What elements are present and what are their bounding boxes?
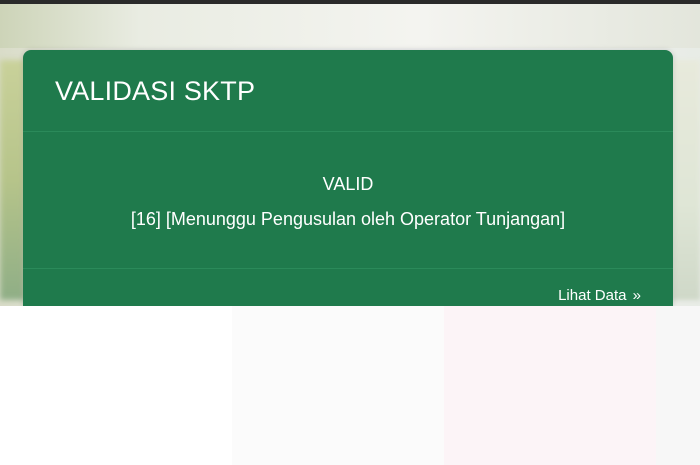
card-footer: Lihat Data » — [23, 269, 673, 306]
lihat-data-link[interactable]: Lihat Data » — [558, 287, 641, 304]
lower-panel-right — [656, 306, 700, 465]
validation-detail: [16] [Menunggu Pengusulan oleh Operator … — [130, 209, 566, 229]
double-chevron-right-icon: » — [632, 287, 641, 304]
background-right-edge — [672, 60, 700, 300]
screen: VALIDASI SKTP VALID [16] [Menunggu Pengu… — [0, 0, 700, 465]
card-title: VALIDASI SKTP — [55, 76, 256, 106]
card-header: VALIDASI SKTP — [23, 50, 673, 132]
background-left-edge — [0, 60, 24, 300]
lower-panel-pink — [444, 306, 656, 465]
validation-status: VALID — [322, 174, 374, 194]
lower-panel-middle — [232, 306, 444, 465]
validasi-sktp-card: VALIDASI SKTP VALID [16] [Menunggu Pengu… — [23, 50, 673, 306]
lihat-data-label: Lihat Data — [558, 287, 627, 304]
background-header-band — [0, 4, 700, 48]
card-body: VALID [16] [Menunggu Pengusulan oleh Ope… — [23, 132, 673, 269]
